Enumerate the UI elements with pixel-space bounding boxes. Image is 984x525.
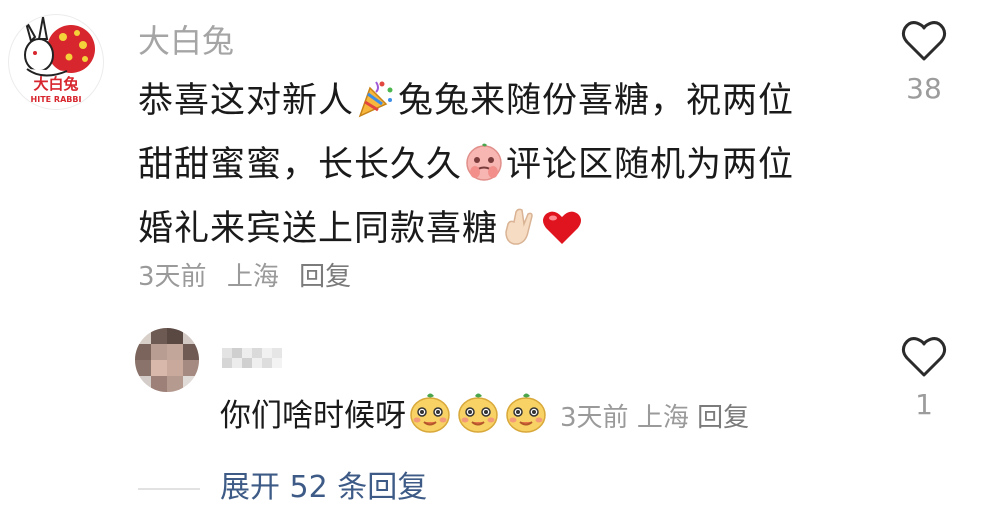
reply-username-blurred[interactable] <box>222 344 298 374</box>
reply-like[interactable]: 1 <box>892 336 956 421</box>
red-heart-icon <box>542 206 582 264</box>
reply-body: 你们啥时候呀 3天前 上海 回复 <box>220 390 749 448</box>
like-count: 38 <box>906 72 942 105</box>
reply-like-count: 1 <box>915 388 933 421</box>
smiling-face-icon <box>408 390 452 448</box>
smiling-face-icon <box>504 390 548 448</box>
comment-location: 上海 <box>226 262 279 292</box>
avatar-logo-subtext: HITE RABBI <box>31 95 82 104</box>
comment-text-segment: 婚礼来宾送上同款喜糖 <box>138 209 499 249</box>
comment-line-3: 婚礼来宾送上同款喜糖 <box>138 200 858 264</box>
rabbit-logo-icon: 大白兔 HITE RABBI <box>10 16 102 108</box>
comment-text-segment: 甜甜蜜蜜，长长久久 <box>138 145 463 185</box>
comment-time: 3天前 <box>138 262 207 292</box>
comment-thread: 大白兔 HITE RABBI 大白兔 恭喜这对新人 兔兔来随份喜糖，祝两位 甜甜… <box>0 0 984 525</box>
smiling-face-icon <box>456 390 500 448</box>
avatar-logo-text: 大白兔 <box>33 75 78 93</box>
comment-text-segment: 评论区随机为两位 <box>506 145 795 185</box>
comment-text-segment: 兔兔来随份喜糖，祝两位 <box>398 81 795 121</box>
crossed-fingers-icon <box>500 206 538 264</box>
reply-text: 你们啥时候呀 <box>220 398 406 434</box>
reply-user-avatar[interactable] <box>135 328 199 392</box>
comment-line-2: 甜甜蜜蜜，长长久久 评论区随机为两位 <box>138 136 858 200</box>
heart-outline-icon[interactable] <box>901 20 947 62</box>
reply-button[interactable]: 回复 <box>299 262 351 292</box>
party-popper-icon <box>356 78 396 136</box>
comment-meta: 3天前 上海 回复 <box>138 256 363 293</box>
heart-outline-icon[interactable] <box>901 336 947 378</box>
reply-location: 上海 <box>636 403 689 433</box>
reply-reply-button[interactable]: 回复 <box>697 403 749 433</box>
expand-divider <box>138 488 200 490</box>
author-name[interactable]: 大白兔 <box>138 17 234 65</box>
comment-body: 恭喜这对新人 兔兔来随份喜糖，祝两位 甜甜蜜蜜，长长久久 评论区随机为两位 婚礼… <box>138 72 858 264</box>
reply-time: 3天前 <box>560 403 629 433</box>
comment-like[interactable]: 38 <box>892 20 956 105</box>
blurred-name-icon <box>222 348 282 368</box>
blurred-avatar-icon <box>135 328 199 392</box>
author-avatar[interactable]: 大白兔 HITE RABBI <box>8 14 104 110</box>
reply-meta: 3天前 上海 回复 <box>560 403 749 433</box>
comment-line-1: 恭喜这对新人 兔兔来随份喜糖，祝两位 <box>138 72 858 136</box>
expand-replies-button[interactable]: 展开 52 条回复 <box>220 465 427 511</box>
pleading-face-icon <box>464 142 504 200</box>
comment-text-segment: 恭喜这对新人 <box>138 81 355 121</box>
